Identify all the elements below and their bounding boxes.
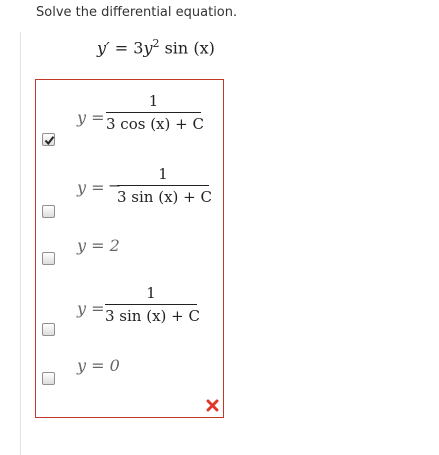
fraction-bar [106, 112, 201, 113]
option-2-checkbox[interactable] [42, 205, 55, 218]
fraction-bar [117, 185, 209, 186]
option-3-expression: y = 2 [77, 236, 120, 255]
option-2-fraction: 1 3 sin (x) + C [117, 165, 212, 206]
option-5-expression: y = 0 [77, 356, 120, 375]
option-1-numerator: 1 [148, 92, 159, 110]
option-4-denominator: 3 sin (x) + C [105, 307, 200, 325]
eq-coef: 3 [133, 38, 144, 58]
eq-arg: (x) [193, 38, 215, 58]
option-1-lhs: y = [77, 108, 105, 127]
left-divider [20, 32, 21, 455]
question-prompt: Solve the differential equation. [36, 5, 238, 20]
option-2-denominator: 3 sin (x) + C [117, 188, 212, 206]
fraction-bar [105, 304, 197, 305]
option-2-numerator: 1 [158, 165, 168, 183]
eq-equals: = [114, 38, 129, 58]
eq-lhs: y′ [97, 38, 110, 58]
differential-equation: y′ = 3y2 sin (x) [97, 37, 215, 57]
option-1-denominator: 3 cos (x) + C [106, 115, 204, 133]
option-4-fraction: 1 3 sin (x) + C [105, 284, 200, 325]
option-4-checkbox[interactable] [42, 323, 55, 336]
option-1-checkbox[interactable] [42, 133, 55, 146]
option-1-fraction: 1 3 cos (x) + C [106, 92, 204, 133]
option-2-lhs: y = [77, 178, 105, 197]
option-4-numerator: 1 [146, 284, 156, 302]
checkmark-icon [44, 136, 55, 146]
option-5-checkbox[interactable] [42, 372, 55, 385]
option-3-checkbox[interactable] [42, 252, 55, 265]
eq-func: sin [164, 38, 189, 58]
eq-exponent: 2 [152, 37, 160, 50]
option-4-lhs: y = [77, 299, 105, 318]
cross-icon [206, 399, 219, 412]
eq-var: y [143, 38, 153, 58]
